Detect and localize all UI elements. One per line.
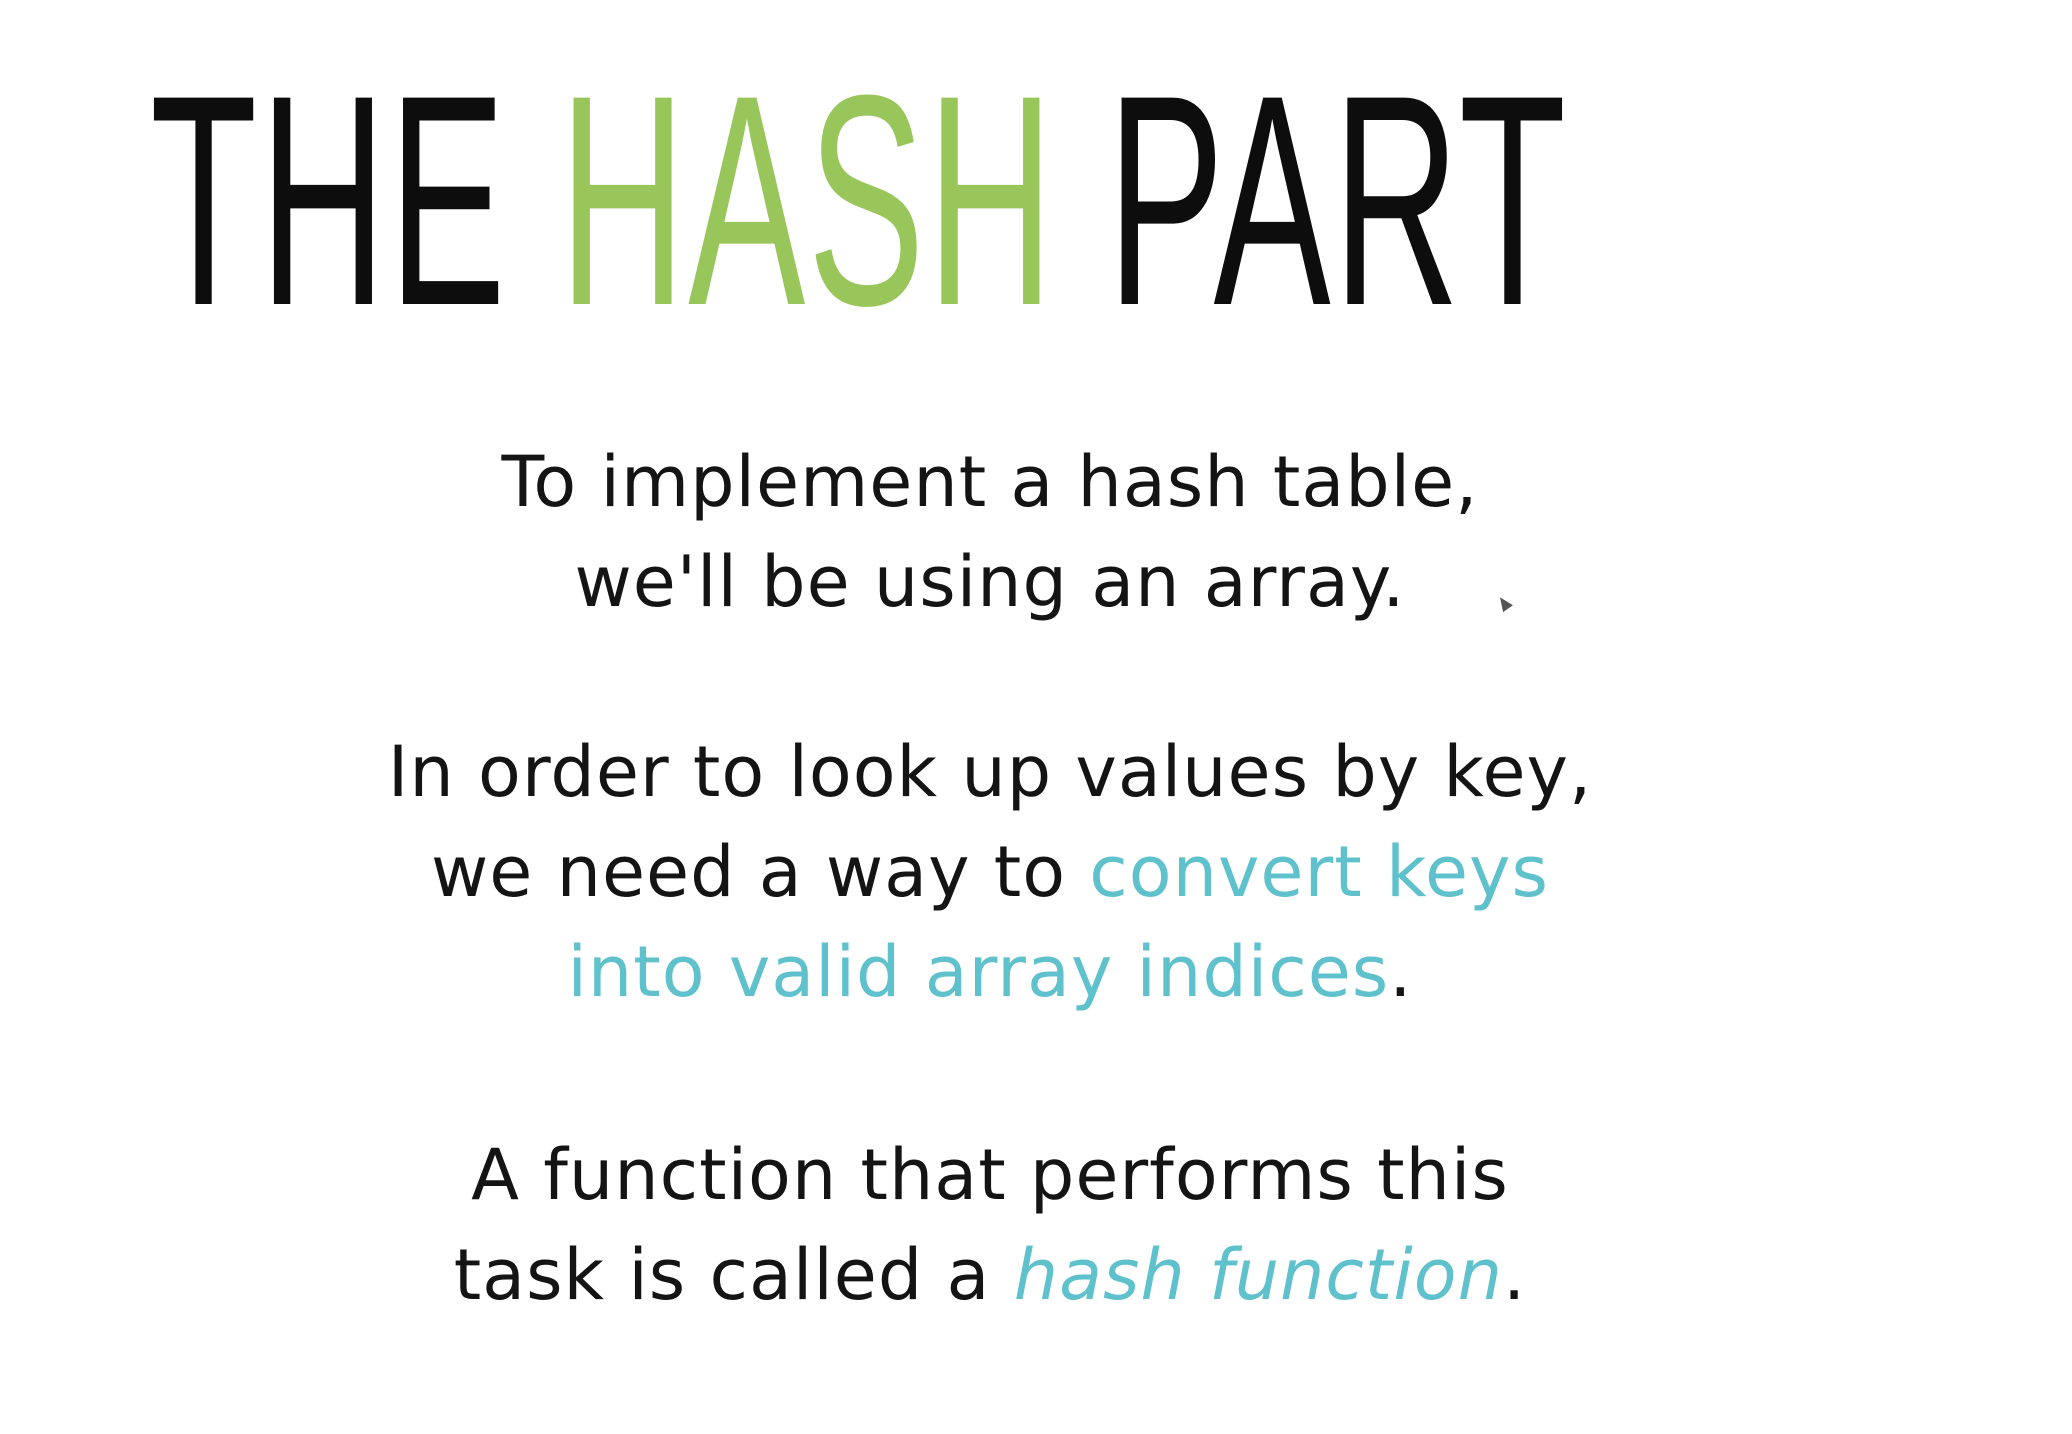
highlight-valid-indices: into valid array indices: [567, 931, 1390, 1013]
highlight-convert-keys: convert keys: [1089, 831, 1549, 913]
paragraph-hash-function-line1: A function that performs this: [471, 1134, 1509, 1216]
paragraph-lookup-line2: we need a way to: [431, 831, 1067, 913]
title-word-part: PART: [1107, 32, 1569, 368]
paragraph-array: To implement a hash table, we'll be usin…: [0, 432, 1980, 632]
paragraph-hash-function-line2: task is called a: [453, 1234, 991, 1316]
paragraph-lookup: In order to look up values by key, we ne…: [0, 722, 1980, 1022]
paragraph-lookup-period: .: [1389, 931, 1413, 1013]
slide-title: THE HASH PART: [150, 50, 1568, 350]
slide: THE HASH PART To implement a hash table,…: [0, 0, 2072, 1434]
highlight-hash-function: hash function: [1013, 1234, 1503, 1316]
paragraph-hash-function-period: .: [1503, 1234, 1527, 1316]
paragraph-array-line2: we'll be using an array.: [574, 541, 1406, 623]
paragraph-lookup-line1: In order to look up values by key,: [387, 731, 1593, 813]
paragraph-array-line1: To implement a hash table,: [501, 441, 1479, 523]
paragraph-hash-function: A function that performs this task is ca…: [0, 1125, 1980, 1325]
title-word-the: THE: [150, 32, 509, 368]
title-word-hash: HASH: [559, 32, 1057, 368]
